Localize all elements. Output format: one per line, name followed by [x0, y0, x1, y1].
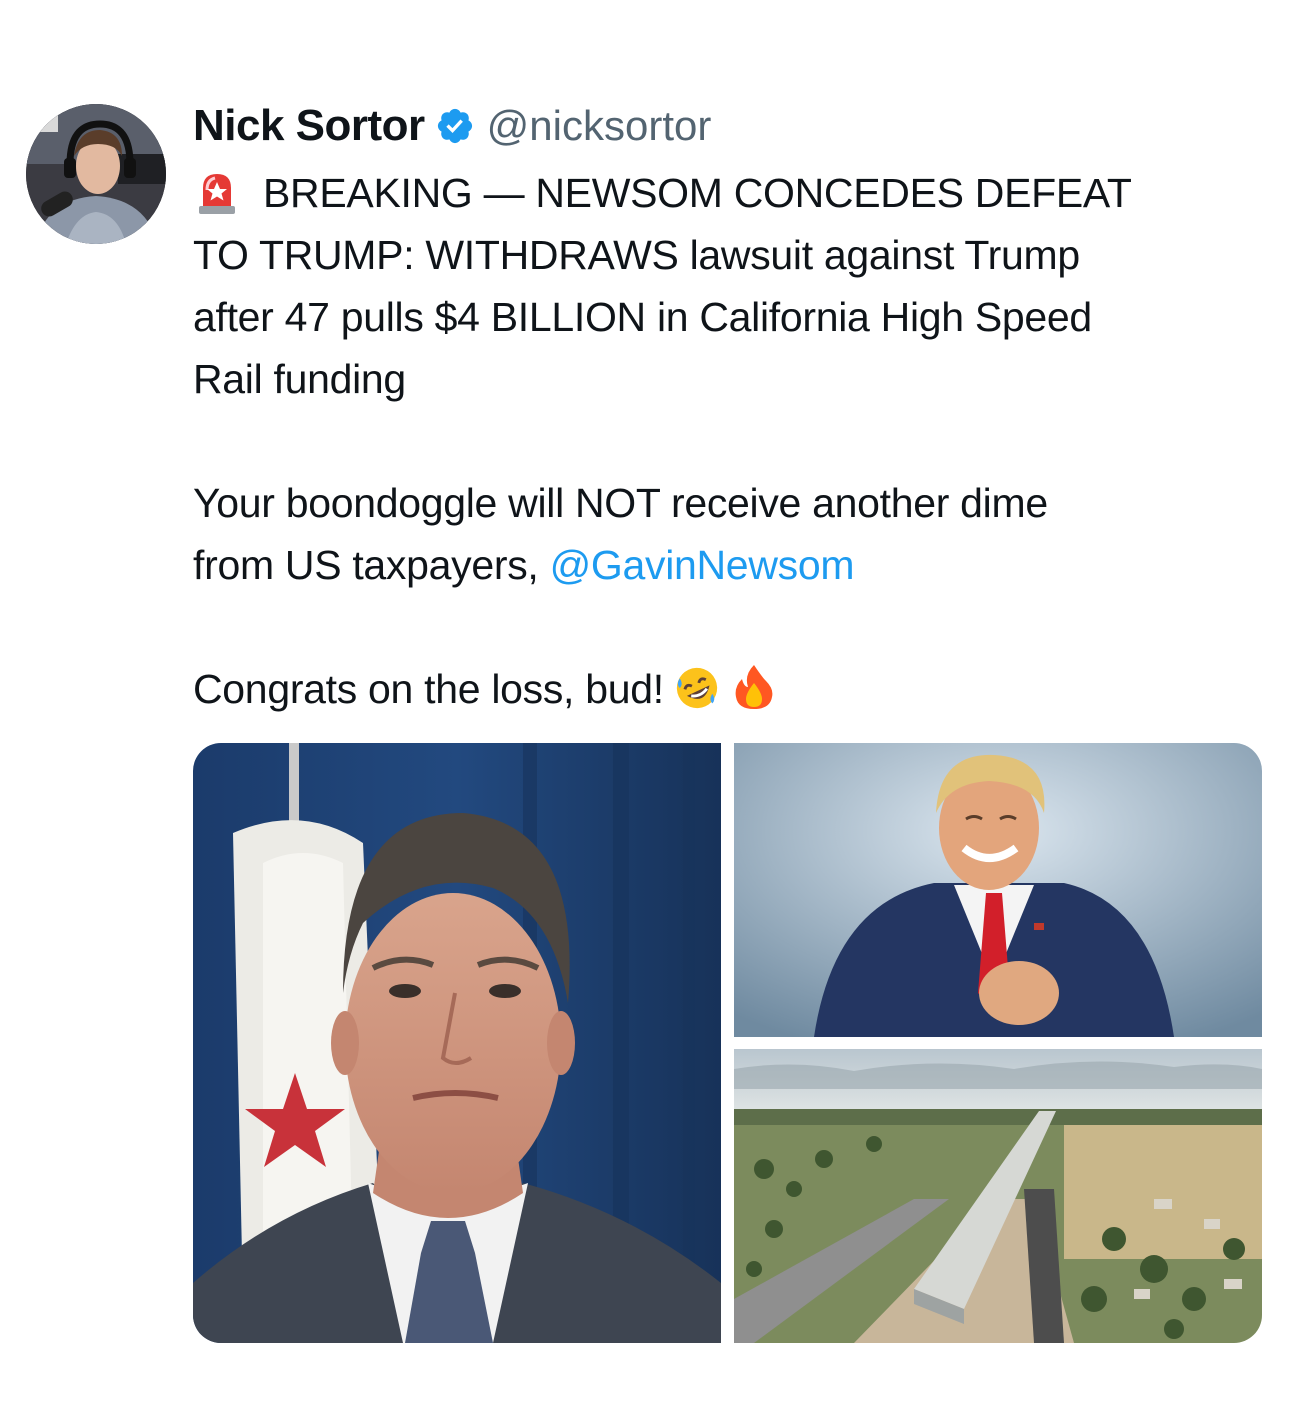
author-avatar[interactable]: [26, 104, 166, 244]
fire-icon: [735, 665, 773, 709]
tweet-line-6: from US taxpayers, @GavinNewsom: [193, 534, 1273, 596]
tweet-line-1-text: BREAKING — NEWSOM CONCEDES DEFEAT: [263, 170, 1132, 216]
tweet[interactable]: Nick Sortor @nicksortor BREAKING — NEWSO…: [0, 0, 1289, 1410]
photo-newsom[interactable]: [193, 743, 721, 1343]
avatar-image: [26, 104, 166, 244]
police-siren-icon: [199, 174, 235, 214]
tweet-line-4: Rail funding: [193, 356, 406, 402]
media-grid: [193, 743, 1262, 1343]
tweet-line-7: Congrats on the loss, bud!: [193, 658, 1273, 720]
photo-trump[interactable]: [734, 743, 1262, 1037]
photo-newsom-image: [193, 743, 721, 1343]
photo-trump-image: [734, 743, 1262, 1037]
author-display-name[interactable]: Nick Sortor: [193, 101, 425, 151]
verified-badge-icon[interactable]: [435, 106, 475, 146]
tweet-line-6-text: from US taxpayers,: [193, 542, 550, 588]
tweet-line-5: Your boondoggle will NOT receive another…: [193, 480, 1048, 526]
tweet-line-2: TO TRUMP: WITHDRAWS lawsuit against Trum…: [193, 232, 1080, 278]
tweet-header: Nick Sortor @nicksortor: [193, 98, 711, 154]
tweet-line-3: after 47 pulls $4 BILLION in California …: [193, 294, 1092, 340]
tweet-line-7-text: Congrats on the loss, bud!: [193, 666, 664, 712]
tweet-line-1: BREAKING — NEWSOM CONCEDES DEFEAT: [193, 162, 1273, 224]
mention-link[interactable]: @GavinNewsom: [550, 542, 855, 588]
tweet-text: BREAKING — NEWSOM CONCEDES DEFEAT TO TRU…: [193, 162, 1273, 720]
photo-rail-construction-image: [734, 1049, 1262, 1343]
photo-rail-construction[interactable]: [734, 1049, 1262, 1343]
rolling-laughing-icon: [676, 667, 717, 709]
author-handle[interactable]: @nicksortor: [487, 102, 712, 150]
